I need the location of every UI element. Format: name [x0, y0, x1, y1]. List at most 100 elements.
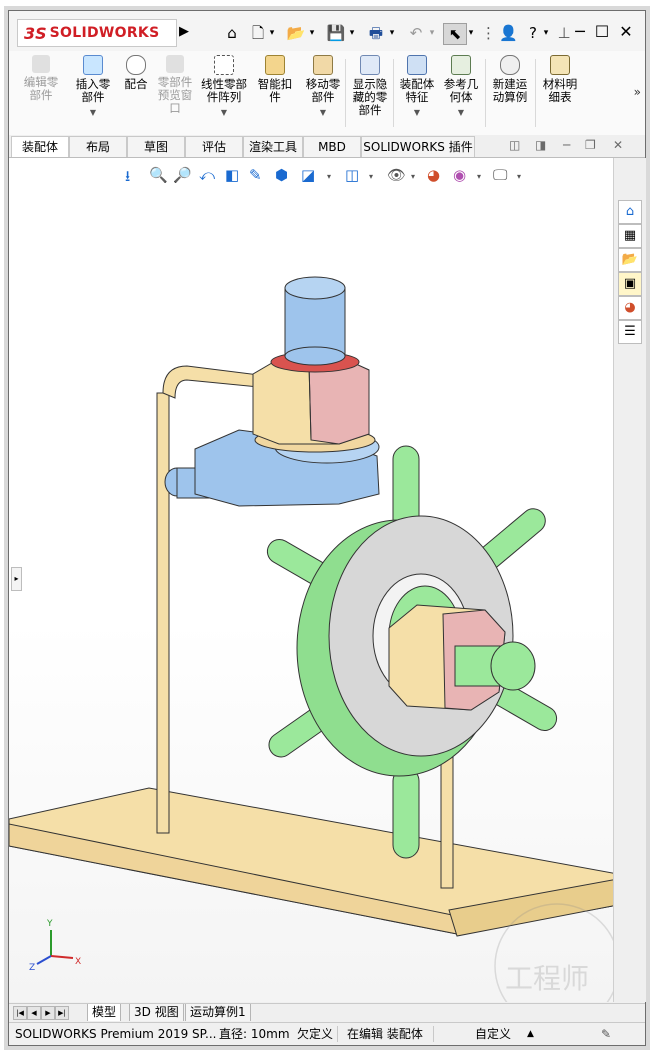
last-tab-arrow-icon[interactable]: ▶|: [55, 1006, 69, 1020]
status-separator: [433, 1026, 434, 1042]
hex-nut-top[interactable]: [252, 276, 376, 453]
tab-solidworks-addins[interactable]: SOLIDWORKS 插件: [361, 136, 475, 157]
move-component-button[interactable]: 移动零 部件 ▼: [297, 55, 349, 119]
edit-component-icon: [32, 55, 50, 73]
units-dropdown-icon[interactable]: ▲: [527, 1023, 534, 1045]
file-explorer-icon[interactable]: 📂: [618, 248, 642, 272]
title-bar: 3S SOLIDWORKS ▶ ⌂ 🗋 ▾ 📂 ▾ 💾 ▾ 🖶 ▾ ↶ ▾ ⬉ …: [9, 11, 645, 52]
graphics-area[interactable]: ⭳ 🔍 🔎 ⤺ ◧ ✎ ⬢ ◪ ▾ ◫ ▾ 👁 ▾ ◕ ◉ ▾ 🖵 ▾ Y X …: [9, 158, 613, 1002]
smart-fasteners-button[interactable]: 智能扣 件: [253, 55, 297, 104]
first-tab-arrow-icon[interactable]: |◀: [13, 1006, 27, 1020]
tab-render-tools[interactable]: 渲染工具: [243, 136, 303, 157]
linear-pattern-icon: [214, 55, 234, 75]
ribbon-separator: [485, 59, 486, 127]
menu-expand-icon[interactable]: ▶: [177, 22, 191, 42]
minimize-icon[interactable]: ─: [569, 21, 591, 43]
new-document-icon[interactable]: 🗋: [249, 23, 267, 43]
task-pane: ⌂ ▦ 📂 ▣ ◕ ☰: [613, 158, 646, 1002]
linear-pattern-label: 线性零部 件阵列: [201, 77, 247, 104]
component-preview-window-button[interactable]: 零部件 预览窗 口: [151, 55, 199, 115]
edit-component-label: 编辑零 部件: [23, 75, 59, 102]
solidworks-logo[interactable]: 3S SOLIDWORKS: [17, 19, 177, 47]
help-icon[interactable]: ?: [525, 23, 541, 43]
feature-tree-expand-icon[interactable]: ▸: [11, 567, 22, 591]
view-palette-icon[interactable]: ▣: [618, 272, 642, 296]
doc-minimize-icon[interactable]: ─: [563, 138, 570, 152]
edit-component-button[interactable]: 编辑零 部件: [15, 55, 67, 102]
triad-y-label: Y: [46, 919, 53, 929]
open-file-icon[interactable]: 📂: [285, 23, 307, 43]
show-hidden-components-button[interactable]: 显示隐 藏的零 部件: [347, 55, 393, 117]
solidworks-resources-icon[interactable]: ⌂: [618, 200, 642, 224]
insert-component-caret-icon: ▼: [89, 108, 97, 117]
new-motion-study-label: 新建运 动算例: [492, 77, 528, 104]
undo-dropdown-icon[interactable]: ▾: [427, 23, 437, 43]
design-library-icon[interactable]: ▦: [618, 224, 642, 248]
options-icon[interactable]: ⋮: [481, 23, 496, 43]
help-dropdown-icon[interactable]: ▾: [541, 23, 551, 43]
command-tabs: 装配体 布局 草图 评估 渲染工具 MBD SOLIDWORKS 插件 ◫ ◨ …: [9, 135, 645, 158]
bill-of-materials-label: 材料明 细表: [542, 77, 578, 104]
reference-geometry-button[interactable]: 参考几 何体 ▼: [439, 55, 483, 119]
undo-icon[interactable]: ↶: [405, 23, 427, 43]
status-units[interactable]: 自定义: [475, 1023, 511, 1045]
tab-3d-views[interactable]: 3D 视图: [129, 1004, 184, 1021]
tab-model[interactable]: 模型: [87, 1004, 122, 1021]
triad-x-label: X: [75, 957, 81, 967]
tab-assembly[interactable]: 装配体: [11, 136, 69, 157]
appearances-scenes-icon[interactable]: ◕: [618, 296, 642, 320]
ribbon-separator: [535, 59, 536, 127]
maximize-icon[interactable]: ☐: [591, 21, 613, 43]
print-icon[interactable]: 🖶: [365, 23, 387, 43]
watermark-text: 工程师: [505, 962, 589, 995]
mate-button[interactable]: 配合: [121, 55, 151, 91]
assembly-features-button[interactable]: 装配体 特征 ▼: [395, 55, 439, 119]
status-constraint: 欠定义: [297, 1027, 334, 1041]
reference-geometry-label: 参考几 何体: [443, 77, 479, 104]
status-bar: SOLIDWORKS Premium 2019 SP... 直径: 10mm 欠…: [9, 1022, 645, 1045]
open-dropdown-icon[interactable]: ▾: [307, 23, 317, 43]
save-icon[interactable]: 💾: [325, 23, 347, 43]
doc-restore-icon[interactable]: ❐: [585, 138, 596, 152]
doc-close-icon[interactable]: ✕: [613, 138, 623, 152]
status-mode: 在编辑 装配体: [347, 1027, 423, 1041]
next-tab-arrow-icon[interactable]: ▶: [41, 1006, 55, 1020]
close-icon[interactable]: ✕: [615, 21, 637, 43]
bottom-tabs: |◀ ◀ ▶ ▶| 模型 3D 视图 运动算例1: [9, 1003, 645, 1022]
assembly-features-label: 装配体 特征: [399, 77, 435, 104]
insert-component-button[interactable]: 插入零 部件 ▼: [67, 55, 119, 119]
tab-sketch[interactable]: 草图: [127, 136, 185, 157]
home-icon[interactable]: ⌂: [221, 23, 243, 43]
tab-layout[interactable]: 布局: [69, 136, 127, 157]
bill-of-materials-button[interactable]: 材料明 细表: [537, 55, 583, 104]
new-motion-study-button[interactable]: 新建运 动算例: [487, 55, 533, 104]
show-hidden-icon: [360, 55, 380, 75]
select-dropdown-icon[interactable]: ▾: [466, 23, 476, 43]
motion-study-gear-icon: [500, 55, 520, 75]
tab-evaluate[interactable]: 评估: [185, 136, 243, 157]
new-dropdown-icon[interactable]: ▾: [267, 23, 277, 43]
ribbon-more-button[interactable]: »: [634, 85, 641, 99]
preview-window-label: 零部件 预览窗 口: [157, 75, 193, 115]
print-dropdown-icon[interactable]: ▾: [387, 23, 397, 43]
prev-tab-arrow-icon[interactable]: ◀: [27, 1006, 41, 1020]
tab-motion-study-1[interactable]: 运动算例1: [185, 1004, 251, 1021]
reference-geometry-icon: [451, 55, 471, 75]
linear-component-pattern-button[interactable]: 线性零部 件阵列 ▼: [195, 55, 253, 119]
user-icon[interactable]: 👤: [499, 23, 518, 43]
logo-text: SOLIDWORKS: [49, 25, 160, 41]
tile-right-icon[interactable]: ◨: [535, 138, 546, 152]
quick-tips-icon[interactable]: ✎: [601, 1023, 611, 1045]
status-product: SOLIDWORKS Premium 2019 SP...: [15, 1027, 217, 1041]
select-pointer-icon[interactable]: ⬉: [443, 23, 467, 45]
custom-properties-icon[interactable]: ☰: [618, 320, 642, 344]
assembly-model-drawing[interactable]: Y X Z 工程师: [9, 158, 613, 1002]
insert-component-label: 插入零 部件: [75, 77, 111, 104]
tile-left-icon[interactable]: ◫: [509, 138, 520, 152]
command-manager-ribbon: 编辑零 部件 插入零 部件 ▼ 配合 零部件 预览窗 口 线性零部 件阵列 ▼ …: [9, 51, 645, 136]
coordinate-triad: Y X Z: [29, 919, 81, 973]
tab-mbd[interactable]: MBD: [303, 136, 361, 157]
reference-geometry-caret-icon: ▼: [457, 108, 465, 117]
save-dropdown-icon[interactable]: ▾: [347, 23, 357, 43]
status-separator: [337, 1026, 338, 1042]
